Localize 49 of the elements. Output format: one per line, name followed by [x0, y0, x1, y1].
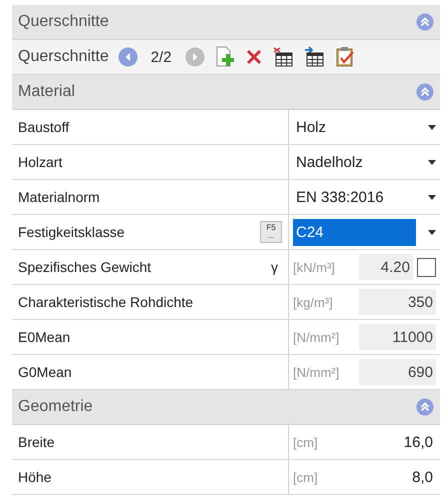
checkbox[interactable]: [417, 258, 436, 276]
dropdown-field[interactable]: Holz: [289, 110, 440, 144]
property-label: Festigkeitsklasse: [18, 224, 125, 240]
value-field: 4.20: [359, 254, 413, 280]
unit-label: [kg/m³]: [293, 294, 334, 310]
collapse-icon[interactable]: [416, 398, 434, 416]
property-label: G0Mean: [18, 364, 72, 380]
section-header[interactable]: Geometrie: [12, 390, 440, 425]
property-label: Spezifisches Gewicht: [18, 259, 152, 275]
property-label: Holzart: [18, 154, 62, 170]
dropdown-caret-icon: [428, 230, 436, 234]
section-header[interactable]: Material: [12, 75, 440, 110]
value-field: 350: [359, 289, 436, 315]
clipboard-icon[interactable]: [334, 46, 356, 68]
section-title: Querschnitte: [18, 13, 109, 31]
unit-label: [cm]: [293, 434, 319, 450]
table-icon[interactable]: [272, 46, 294, 68]
property-label: Breite: [18, 434, 55, 450]
section-title: Geometrie: [18, 398, 93, 416]
new-document-icon[interactable]: [214, 46, 236, 68]
value-field: 11000: [359, 324, 436, 350]
property-label: E0Mean: [18, 329, 70, 345]
value-field[interactable]: 8,0: [359, 464, 436, 490]
dropdown-caret-icon: [428, 160, 436, 164]
section-title: Material: [18, 83, 75, 101]
symbol-label: γ: [271, 259, 278, 275]
previous-icon[interactable]: [118, 47, 138, 67]
collapse-icon[interactable]: [416, 83, 434, 101]
unit-label: [cm]: [293, 470, 319, 484]
toolbar-label: Querschnitte: [18, 48, 109, 66]
unit-label: [N/mm²]: [293, 330, 340, 344]
property-label: Materialnorm: [18, 189, 100, 205]
dropdown-field[interactable]: EN 338:2016: [289, 180, 440, 214]
unit-label: [N/mm²]: [293, 364, 340, 380]
property-label: Charakteristische Rohdichte: [18, 294, 194, 310]
unit-label: [kN/m³]: [293, 260, 336, 274]
dropdown-field[interactable]: Nadelholz: [289, 145, 440, 179]
library-button[interactable]: F5 ...: [260, 221, 282, 243]
collapse-icon[interactable]: [416, 13, 434, 31]
dropdown-caret-icon: [428, 194, 436, 200]
page-counter: 2/2: [150, 48, 172, 66]
property-label: Baustoff: [18, 119, 70, 135]
section-header[interactable]: Querschnitte: [12, 5, 440, 40]
value-field[interactable]: 16,0: [359, 429, 436, 455]
value-field: 690: [359, 359, 436, 385]
dropdown-caret-icon: [428, 124, 436, 130]
table-icon[interactable]: [302, 46, 325, 68]
property-label: Höhe: [18, 469, 52, 485]
delete-icon[interactable]: [244, 48, 263, 66]
